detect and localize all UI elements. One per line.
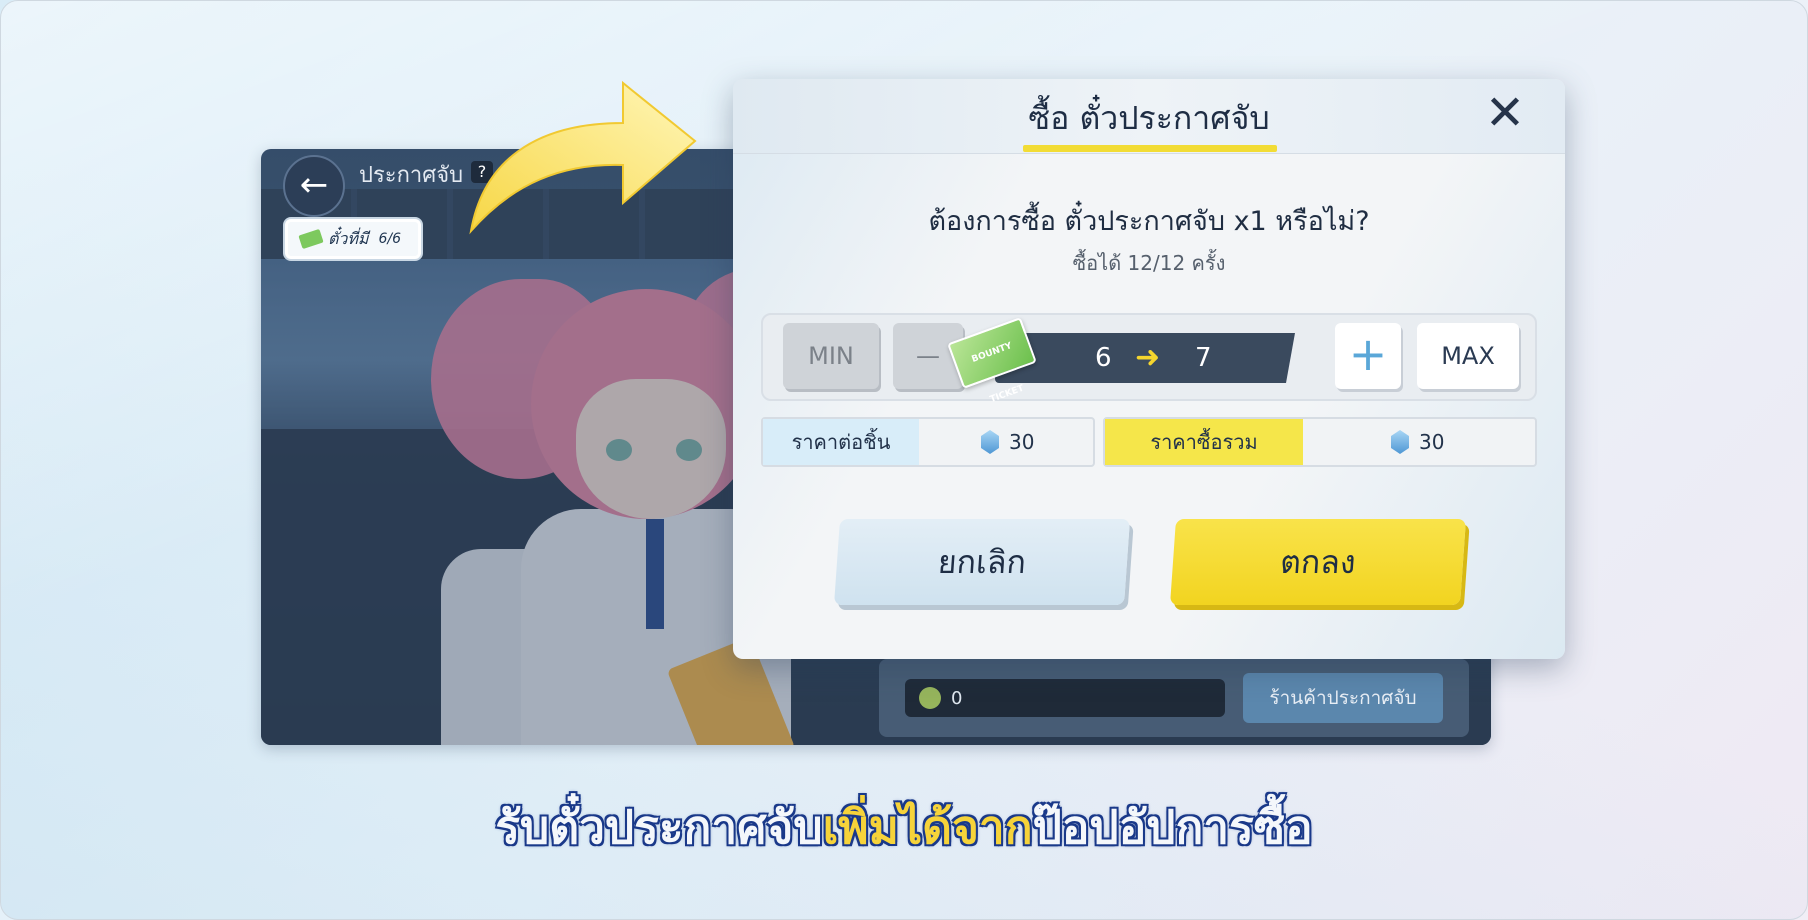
- quantity-display: 6 ➜ 7: [995, 333, 1295, 383]
- total-price-box: ราคาซื้อรวม 30: [1103, 417, 1537, 467]
- max-button[interactable]: MAX: [1417, 323, 1519, 389]
- ticket-count-label: ตั๋วที่มี: [328, 228, 369, 248]
- unit-price-value: 30: [1009, 430, 1035, 454]
- arrow-right-icon: ➜: [1135, 340, 1161, 375]
- purchase-question: ต้องการซื้อ ตั๋วประกาศจับ x1 หรือไม่?: [928, 206, 1370, 237]
- total-price-value: 30: [1419, 430, 1445, 454]
- dialog-title: ซื้อ ตั๋วประกาศจับ: [1028, 99, 1270, 137]
- bounty-shop-button[interactable]: ร้านค้าประกาศจับ: [1243, 673, 1443, 723]
- total-price-label: ราคาซื้อรวม: [1105, 419, 1303, 465]
- close-icon: ✕: [1484, 85, 1526, 141]
- arrow-left-icon: ←: [299, 165, 329, 205]
- cancel-button[interactable]: ยกเลิก: [833, 519, 1131, 605]
- page-frame: ← ประกาศจับ ? ตั๋วที่มี 6/6 0 ร้านค้าประ…: [0, 0, 1808, 920]
- ticket-count-value: 6/6: [378, 231, 401, 247]
- back-button[interactable]: ←: [283, 155, 345, 217]
- quantity-stepper: MIN — 6 ➜ 7 BOUNTY TICKET + MAX: [761, 313, 1537, 405]
- curved-arrow-icon: [469, 80, 697, 235]
- promo-caption: รับตั๋วประกาศจับเพิ่มได้จากป๊อปอัปการซื้…: [1, 791, 1807, 864]
- coin-bar: 0: [905, 679, 1225, 717]
- coin-icon: [919, 687, 941, 709]
- purchase-dialog: ซื้อ ตั๋วประกาศจับ ✕ ต้องการซื้อ ตั๋วประ…: [733, 79, 1565, 659]
- coin-value: 0: [951, 687, 963, 709]
- min-button[interactable]: MIN: [783, 323, 879, 389]
- ticket-icon: [298, 228, 324, 250]
- gem-icon: [981, 430, 999, 454]
- plus-button[interactable]: +: [1335, 323, 1401, 389]
- close-button[interactable]: ✕: [1479, 89, 1531, 141]
- gem-icon: [1391, 430, 1409, 454]
- purchase-limit-note: ซื้อได้ 12/12 ครั้ง: [1072, 251, 1226, 275]
- title-underline: [1023, 145, 1277, 152]
- caption-part-2: เพิ่มได้จาก: [822, 800, 1033, 854]
- confirm-button[interactable]: ตกลง: [1169, 519, 1467, 605]
- unit-price-box: ราคาต่อชิ้น 30: [761, 417, 1095, 467]
- ticket-count-badge: ตั๋วที่มี 6/6: [285, 219, 421, 259]
- game-screen-title: ประกาศจับ: [359, 163, 464, 188]
- quantity-to: 7: [1195, 343, 1212, 373]
- caption-part-1: รับตั๋วประกาศจับ: [495, 800, 823, 854]
- unit-price-label: ราคาต่อชิ้น: [763, 419, 919, 465]
- caption-part-3: ป๊อปอัปการซื้อ: [1032, 800, 1313, 854]
- quantity-from: 6: [1095, 343, 1112, 373]
